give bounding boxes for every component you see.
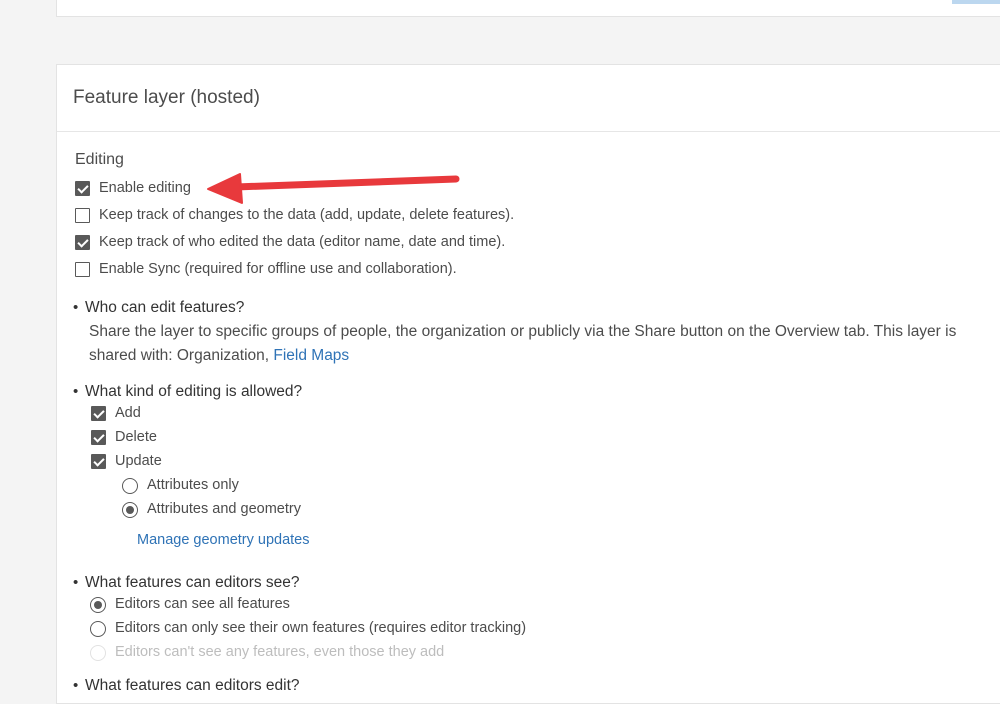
features-edit-question: What features can editors edit? [85,677,300,694]
attributes-only-radio[interactable] [122,478,138,494]
attributes-and-geometry-radio[interactable] [122,502,138,518]
delete-checkbox[interactable] [91,430,106,445]
see-all-features-radio[interactable] [90,597,106,613]
enable-sync-checkbox[interactable] [75,262,90,277]
shared-with-line: shared with: Organization, Field Maps [89,347,349,365]
bullet-icon: • [73,299,79,316]
annotation-arrow-icon [207,173,460,204]
track-editors-label[interactable]: Keep track of who edited the data (edito… [99,234,505,250]
card-header: Feature layer (hosted) [57,65,1000,132]
bullet-icon: • [73,574,79,591]
enable-sync-label[interactable]: Enable Sync (required for offline use an… [99,261,457,277]
track-changes-checkbox[interactable] [75,208,90,223]
see-own-features-radio[interactable] [90,621,106,637]
update-checkbox[interactable] [91,454,106,469]
attributes-and-geometry-label[interactable]: Attributes and geometry [147,501,301,517]
shared-with-text: shared with: Organization, [89,347,274,364]
card-title: Feature layer (hosted) [73,87,260,108]
editing-kind-question: What kind of editing is allowed? [85,383,303,400]
previous-section-card [56,0,1000,17]
manage-geometry-updates-link[interactable]: Manage geometry updates [137,532,310,548]
feature-layer-settings-card: Feature layer (hosted) Editing Enable ed… [56,64,1000,704]
bullet-icon: • [73,383,79,400]
see-all-features-label[interactable]: Editors can see all features [115,596,290,612]
see-no-features-radio [90,645,106,661]
features-see-question: What features can editors see? [85,574,300,591]
add-checkbox[interactable] [91,406,106,421]
field-maps-group-link[interactable]: Field Maps [273,347,349,364]
add-label[interactable]: Add [115,405,141,421]
see-own-features-label[interactable]: Editors can only see their own features … [115,620,526,636]
enable-editing-label[interactable]: Enable editing [99,180,191,196]
enable-editing-checkbox[interactable] [75,181,90,196]
who-can-edit-question: Who can edit features? [85,299,245,316]
track-editors-checkbox[interactable] [75,235,90,250]
sharing-description: Share the layer to specific groups of pe… [89,323,957,340]
delete-label[interactable]: Delete [115,429,157,445]
bullet-icon: • [73,677,79,694]
attributes-only-label[interactable]: Attributes only [147,477,239,493]
see-no-features-label: Editors can't see any features, even tho… [115,644,445,660]
update-label[interactable]: Update [115,453,162,469]
scroll-accent [952,0,1000,4]
editing-section-label: Editing [75,151,124,168]
